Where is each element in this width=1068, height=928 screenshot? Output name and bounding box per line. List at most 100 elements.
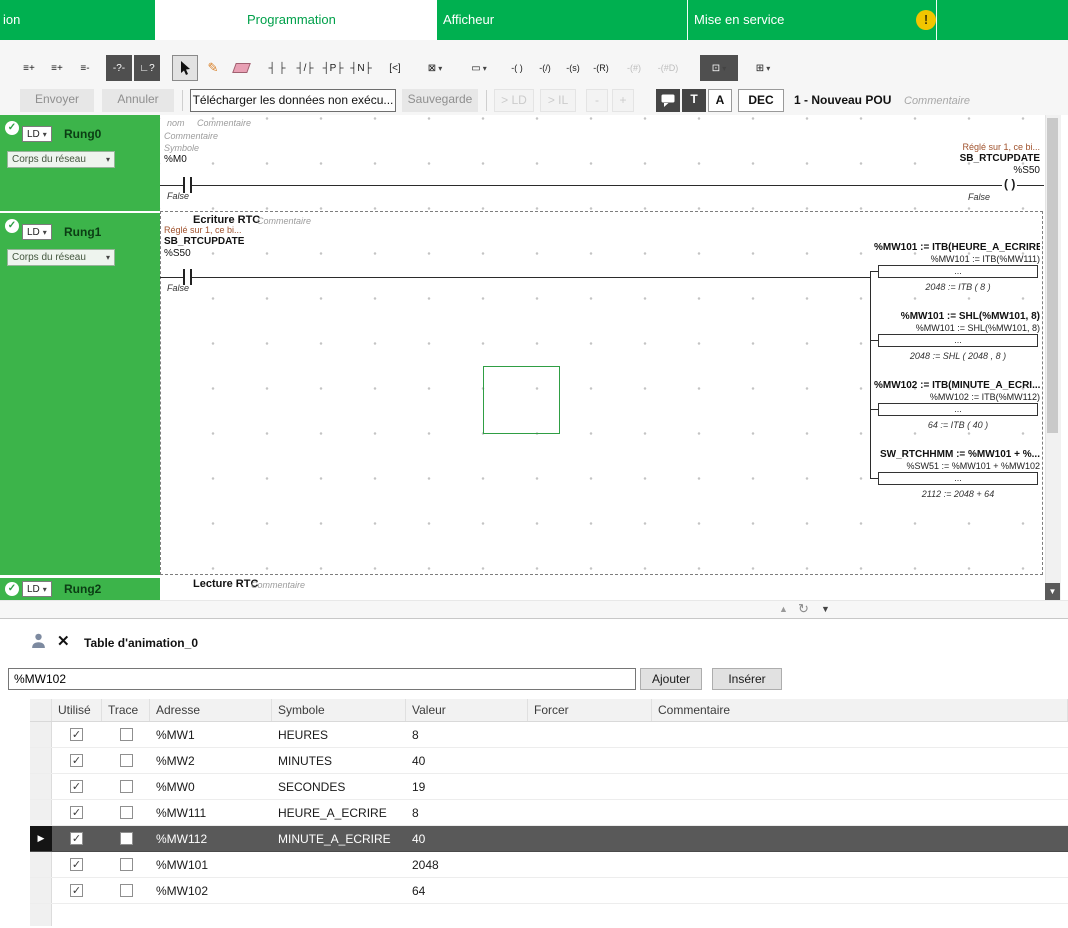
utilise-checkbox[interactable]: ✓	[70, 806, 83, 819]
adresse-cell[interactable]: %MW102	[150, 878, 272, 903]
trace-checkbox[interactable]	[120, 884, 133, 897]
insert-element-button[interactable]: ⊞▾	[744, 55, 782, 81]
sync-icon[interactable]: ↻	[798, 601, 809, 617]
close-table-icon[interactable]: ✕	[57, 632, 70, 650]
forcer-cell[interactable]	[528, 774, 652, 799]
col-adresse[interactable]: Adresse	[150, 699, 272, 721]
toggle-symbols-button[interactable]: T	[682, 89, 706, 112]
editor-scrollbar-thumb[interactable]	[1047, 118, 1058, 433]
col-commentaire[interactable]: Commentaire	[652, 699, 1068, 721]
tab-configuration-partial[interactable]: ion	[0, 0, 155, 40]
adresse-cell[interactable]: %MW2	[150, 748, 272, 773]
contact-rising-button[interactable]: ┤P├	[320, 55, 346, 81]
utilise-checkbox[interactable]: ✓	[70, 832, 83, 845]
valeur-cell[interactable]: 64	[406, 878, 528, 903]
operation-box[interactable]: ...	[878, 265, 1038, 278]
coil-negated-button[interactable]: -(/)	[532, 55, 558, 81]
commentaire-cell[interactable]	[652, 826, 1068, 851]
inserer-button[interactable]: Insérer	[712, 668, 782, 690]
dec-display-button[interactable]: DEC	[738, 89, 784, 112]
adresse-cell[interactable]: %MW111	[150, 800, 272, 825]
trace-checkbox[interactable]	[120, 780, 133, 793]
selection-tool-button[interactable]	[172, 55, 198, 81]
trace-checkbox[interactable]	[120, 728, 133, 741]
symbole-cell[interactable]: SECONDES	[272, 774, 406, 799]
collapse-up-icon[interactable]: ▲	[779, 604, 788, 614]
operation-block-button[interactable]: ⊠▾	[416, 55, 454, 81]
rung0-language-select[interactable]: LD▾	[22, 126, 52, 142]
envoyer-button[interactable]: Envoyer	[20, 89, 94, 112]
forcer-cell[interactable]	[528, 748, 652, 773]
symbole-cell[interactable]: MINUTE_A_ECRIRE	[272, 826, 406, 851]
commentaire-cell[interactable]	[652, 852, 1068, 877]
col-trace[interactable]: Trace	[102, 699, 150, 721]
sauvegarde-button[interactable]: Sauvegarde	[402, 89, 478, 112]
contact-no-button[interactable]: ┤ ├	[264, 55, 290, 81]
utilise-checkbox[interactable]: ✓	[70, 754, 83, 767]
collapse-down-icon[interactable]: ▼	[821, 604, 830, 614]
insert-rung-button[interactable]: ≡+	[44, 55, 70, 81]
commentaire-cell[interactable]	[652, 722, 1068, 747]
rung2-title[interactable]: Lecture RTC	[193, 578, 258, 590]
rung0-body-select[interactable]: Corps du réseau▾	[7, 151, 115, 168]
utilise-checkbox[interactable]: ✓	[70, 884, 83, 897]
col-utilise[interactable]: Utilisé	[52, 699, 102, 721]
valeur-cell[interactable]: 8	[406, 800, 528, 825]
comparison-block-button[interactable]: [<]	[382, 55, 408, 81]
symbole-cell[interactable]	[272, 852, 406, 877]
grid-options-button[interactable]: ⊡▾	[700, 55, 738, 81]
contact-nc-button[interactable]: ┤/├	[292, 55, 318, 81]
telecharger-button[interactable]: Télécharger les données non exécu...	[190, 89, 396, 112]
table-row-selected[interactable]: ▶ ✓ %MW112 MINUTE_A_ECRIRE 40	[30, 826, 1068, 852]
new-rung-button[interactable]: ≡+	[16, 55, 42, 81]
draw-line-button[interactable]: ✎	[200, 55, 226, 81]
rung2-header[interactable]: ✓ LD▾ Rung2	[0, 578, 160, 600]
adresse-cell[interactable]: %MW101	[150, 852, 272, 877]
symbole-cell[interactable]	[272, 878, 406, 903]
trace-checkbox[interactable]	[120, 858, 133, 871]
function-block-button[interactable]: ▭▾	[460, 55, 498, 81]
coil-button[interactable]: -( )	[504, 55, 530, 81]
open-branch-button[interactable]: -?-	[106, 55, 132, 81]
tab-programmation[interactable]: Programmation	[155, 0, 437, 40]
forcer-cell[interactable]	[528, 800, 652, 825]
scrollbar-down-button[interactable]: ▼	[1045, 583, 1060, 600]
table-empty-row[interactable]	[30, 904, 1068, 926]
trace-checkbox[interactable]	[120, 832, 133, 845]
utilise-checkbox[interactable]: ✓	[70, 780, 83, 793]
valeur-cell[interactable]: 2048	[406, 852, 528, 877]
pou-commentaire-hint[interactable]: Commentaire	[904, 91, 970, 112]
utilise-checkbox[interactable]: ✓	[70, 858, 83, 871]
utilise-checkbox[interactable]: ✓	[70, 728, 83, 741]
trace-checkbox[interactable]	[120, 754, 133, 767]
table-row[interactable]: ✓ %MW1 HEURES 8	[30, 722, 1068, 748]
rung1-header[interactable]: ✓ LD▾ Rung1 Corps du réseau▾	[0, 213, 160, 575]
rung2-language-select[interactable]: LD▾	[22, 581, 52, 597]
adresse-cell[interactable]: %MW0	[150, 774, 272, 799]
forcer-cell[interactable]	[528, 722, 652, 747]
valeur-cell[interactable]: 40	[406, 826, 528, 851]
trace-checkbox[interactable]	[120, 806, 133, 819]
table-row[interactable]: ✓ %MW102 64	[30, 878, 1068, 904]
annuler-button[interactable]: Annuler	[102, 89, 174, 112]
forcer-cell[interactable]	[528, 826, 652, 851]
forcer-cell[interactable]	[528, 852, 652, 877]
commentaire-cell[interactable]	[652, 878, 1068, 903]
commentaire-cell[interactable]	[652, 748, 1068, 773]
forcer-cell[interactable]	[528, 878, 652, 903]
table-row[interactable]: ✓ %MW111 HEURE_A_ECRIRE 8	[30, 800, 1068, 826]
panel-splitter[interactable]: ▲ ↻ ▼	[0, 600, 1068, 619]
operation-box[interactable]: ...	[878, 334, 1038, 347]
col-symbole[interactable]: Symbole	[272, 699, 406, 721]
table-row[interactable]: ✓ %MW2 MINUTES 40	[30, 748, 1068, 774]
symbole-cell[interactable]: HEURE_A_ECRIRE	[272, 800, 406, 825]
col-forcer[interactable]: Forcer	[528, 699, 652, 721]
valeur-cell[interactable]: 40	[406, 748, 528, 773]
valeur-cell[interactable]: 8	[406, 722, 528, 747]
col-valeur[interactable]: Valeur	[406, 699, 528, 721]
contact-falling-button[interactable]: ┤N├	[348, 55, 374, 81]
close-branch-button[interactable]: ∟?	[134, 55, 160, 81]
adresse-cell[interactable]: %MW1	[150, 722, 272, 747]
delete-rung-button[interactable]: ≡-	[72, 55, 98, 81]
adresse-cell[interactable]: %MW112	[150, 826, 272, 851]
